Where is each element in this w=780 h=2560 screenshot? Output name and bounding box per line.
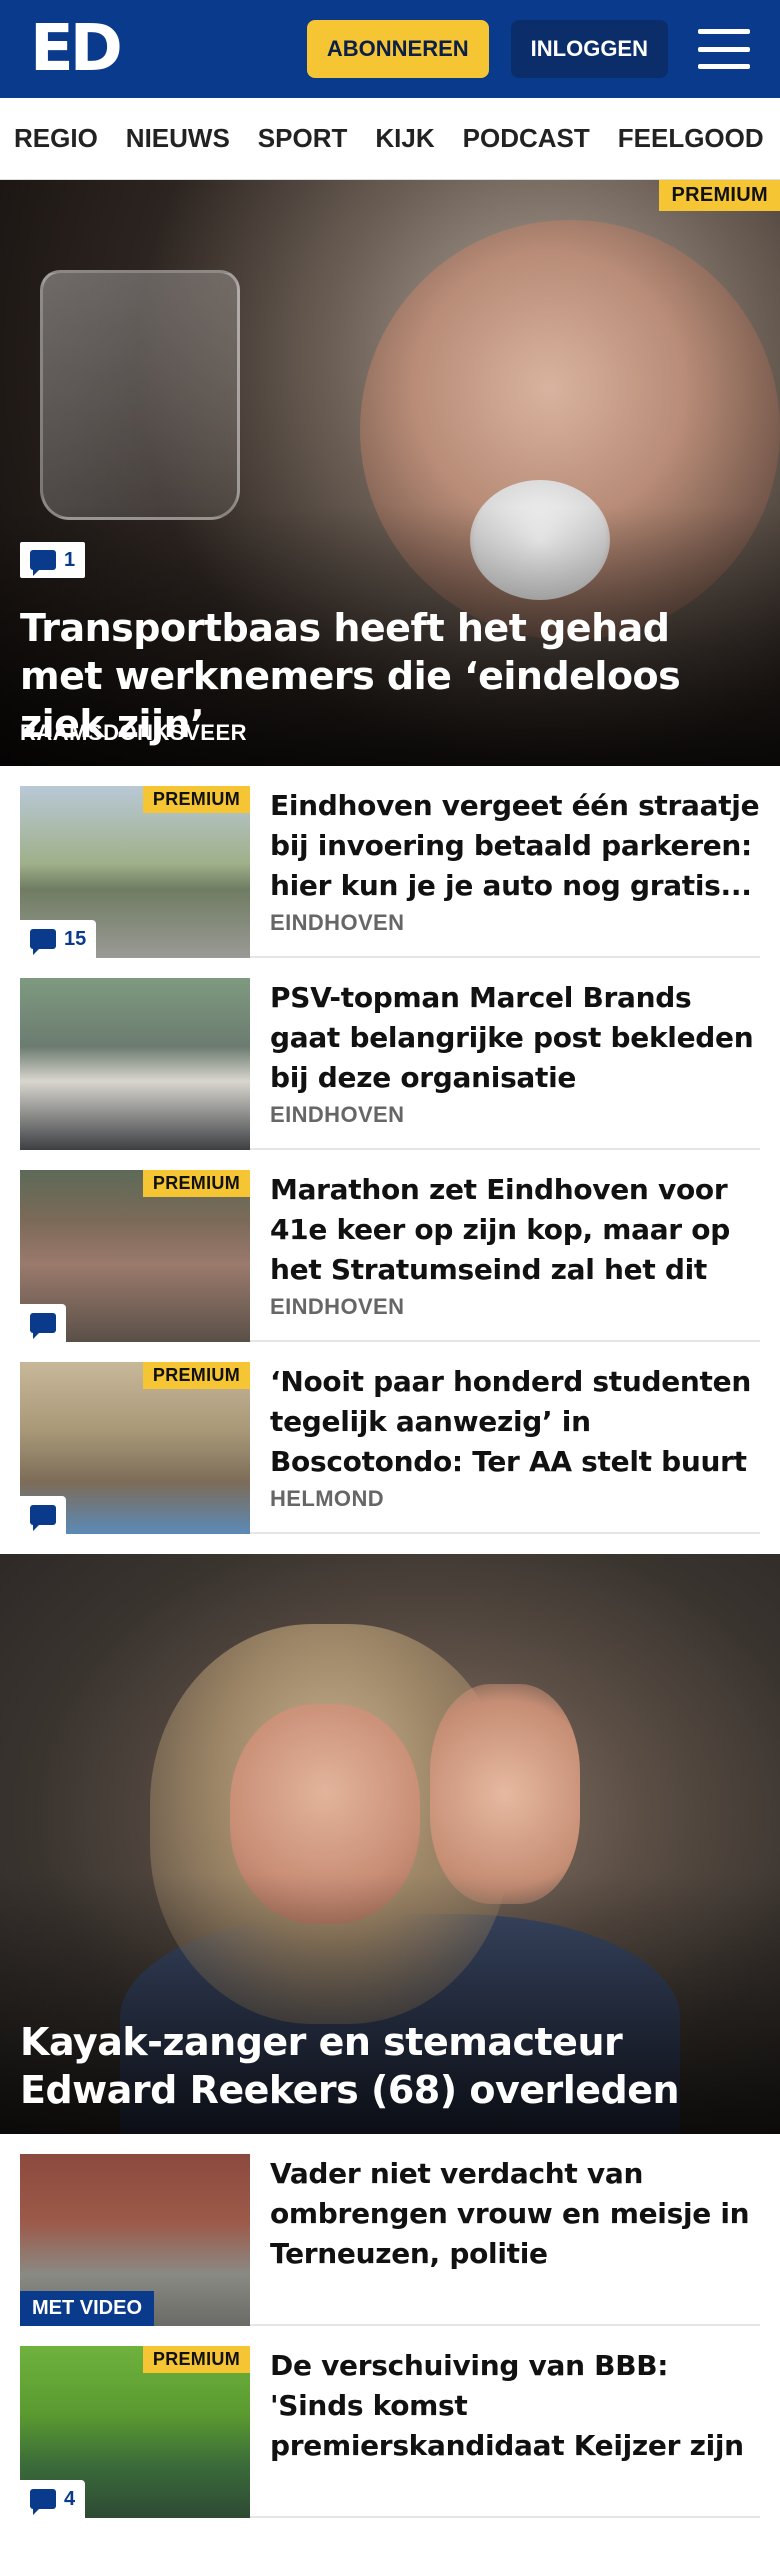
nav-item-sport[interactable]: SPORT	[258, 123, 348, 154]
comment-count: 4	[64, 2487, 76, 2510]
hero-title[interactable]: Kayak-zanger en stemacteur Edward Reeker…	[20, 2018, 750, 2114]
comment-count-badge[interactable]	[20, 1496, 66, 1534]
list-item[interactable]: PSV-topman Marcel Brands gaat belangrijk…	[20, 958, 760, 1150]
article-location: HELMOND	[270, 1486, 385, 1511]
article-thumbnail: PREMIUM 4	[20, 2346, 250, 2518]
hero-article-transportbaas[interactable]: PREMIUM 1 Transportbaas heeft het gehad …	[0, 180, 780, 766]
nav-item-kijk[interactable]: KIJK	[375, 123, 434, 154]
menu-icon[interactable]	[698, 29, 750, 69]
article-title[interactable]: De verschuiving van BBB: 'Sinds komst pr…	[270, 2346, 760, 2466]
hero-location: RAAMSDONKSVEER	[20, 720, 248, 745]
list-item[interactable]: PREMIUM ‘Nooit paar honderd studenten te…	[20, 1342, 760, 1534]
comment-icon	[30, 929, 56, 955]
article-thumbnail: PREMIUM	[20, 1170, 250, 1342]
comment-count: 15	[64, 927, 87, 950]
article-thumbnail	[20, 978, 250, 1150]
article-title[interactable]: Eindhoven vergeet één straatje bij invoe…	[270, 786, 760, 904]
premium-badge: PREMIUM	[659, 180, 780, 211]
login-button[interactable]: INLOGGEN	[510, 20, 668, 78]
premium-badge: PREMIUM	[142, 786, 250, 813]
premium-badge: PREMIUM	[142, 2346, 250, 2373]
hero-photo-glass	[40, 270, 240, 520]
comment-count-badge[interactable]: 4	[20, 2480, 86, 2518]
article-title[interactable]: PSV-topman Marcel Brands gaat belangrijk…	[270, 978, 760, 1096]
comment-icon	[30, 550, 56, 576]
nav-item-regio[interactable]: REGIO	[14, 123, 98, 154]
premium-badge: PREMIUM	[142, 1362, 250, 1389]
article-title[interactable]: Marathon zet Eindhoven voor 41e keer op …	[270, 1170, 760, 1288]
article-location: EINDHOVEN	[270, 1294, 405, 1319]
comment-count-badge[interactable]: 15	[20, 920, 97, 958]
comment-icon	[30, 2489, 56, 2515]
comment-count-badge[interactable]: 1	[20, 542, 86, 578]
list-item[interactable]: PREMIUM 4 De verschuiving van BBB: 'Sind…	[20, 2326, 760, 2518]
comment-count: 1	[64, 548, 76, 571]
comment-icon	[30, 1313, 56, 1339]
article-location: EINDHOVEN	[270, 1102, 405, 1127]
list-item[interactable]: MET VIDEO Vader niet verdacht van ombren…	[20, 2134, 760, 2326]
comment-count-badge[interactable]	[20, 1304, 66, 1342]
nav-item-nieuws[interactable]: NIEUWS	[126, 123, 230, 154]
nav-item-feelgood[interactable]: FEELGOOD	[618, 123, 764, 154]
article-title[interactable]: Vader niet verdacht van ombrengen vrouw …	[270, 2154, 760, 2274]
comment-icon	[30, 1505, 56, 1531]
section-nav: REGIO NIEUWS SPORT KIJK PODCAST FEELGOOD	[0, 98, 780, 180]
article-thumbnail: PREMIUM 15	[20, 786, 250, 958]
premium-badge: PREMIUM	[142, 1170, 250, 1197]
article-title[interactable]: ‘Nooit paar honderd studenten tegelijk a…	[270, 1362, 760, 1480]
hero-photo-hands	[430, 1684, 580, 1904]
nav-item-podcast[interactable]: PODCAST	[463, 123, 590, 154]
video-badge: MET VIDEO	[20, 2291, 155, 2326]
hero-article-reekers[interactable]: Kayak-zanger en stemacteur Edward Reeker…	[0, 1554, 780, 2134]
subscribe-button[interactable]: ABONNEREN	[306, 20, 489, 78]
article-thumbnail: PREMIUM	[20, 1362, 250, 1534]
list-item[interactable]: PREMIUM Marathon zet Eindhoven voor 41e …	[20, 1150, 760, 1342]
article-location: EINDHOVEN	[270, 910, 405, 935]
article-thumbnail: MET VIDEO	[20, 2154, 250, 2326]
site-logo[interactable]: ED	[30, 17, 123, 81]
top-bar: ED ABONNEREN INLOGGEN	[0, 0, 780, 98]
article-list-secondary: MET VIDEO Vader niet verdacht van ombren…	[0, 2134, 780, 2518]
article-list: PREMIUM 15 Eindhoven vergeet één straatj…	[0, 766, 780, 1534]
list-item[interactable]: PREMIUM 15 Eindhoven vergeet één straatj…	[20, 766, 760, 958]
